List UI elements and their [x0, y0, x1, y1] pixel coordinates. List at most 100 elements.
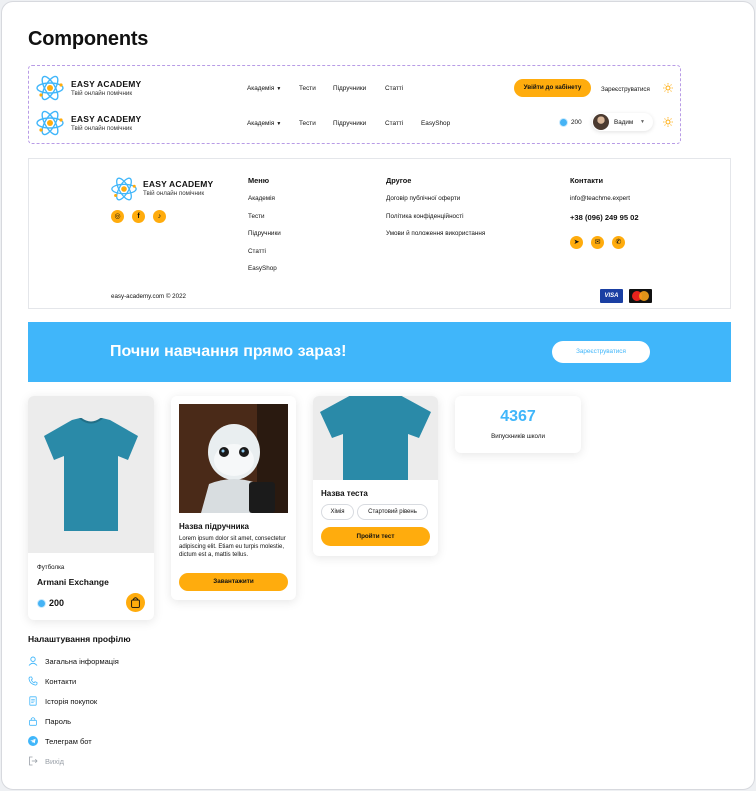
profile-item-password[interactable]: Пароль: [28, 716, 71, 726]
shopping-bag-icon: [131, 597, 140, 608]
footer-menu: Меню Академія Тести Підручники Статті Ea…: [248, 176, 281, 283]
footer-link[interactable]: Статті: [248, 248, 281, 266]
user-name: Вадим: [614, 119, 634, 126]
profile-item-label: Загальна інформація: [45, 656, 119, 666]
brand-name: EASY ACADEMY: [143, 179, 214, 189]
visa-logo: VISA: [600, 289, 623, 303]
nav-academy[interactable]: Академія ▼: [247, 120, 281, 127]
brand-name: EASY ACADEMY: [71, 79, 142, 89]
page-title: Components: [28, 28, 149, 50]
footer-contacts-title: Контакти: [570, 176, 604, 185]
profile-item-telegram[interactable]: Телеграм бот: [28, 736, 92, 746]
textbook-description: Lorem ipsum dolor sit amet, consectetur …: [179, 536, 286, 558]
chevron-down-icon: ▼: [276, 121, 282, 127]
nav-textbooks[interactable]: Підручники: [333, 85, 366, 92]
cta-banner: Почни навчання прямо зараз! Зареєструват…: [28, 322, 731, 382]
nav-tests[interactable]: Тести: [299, 85, 316, 92]
product-name: Armani Exchange: [37, 577, 109, 587]
atom-logo-icon[interactable]: [35, 73, 65, 103]
add-to-cart-button[interactable]: [126, 593, 145, 612]
tag-level[interactable]: Стартовий рівень: [357, 504, 428, 520]
sun-icon[interactable]: [663, 83, 673, 93]
profile-item-label: Історія покупок: [45, 696, 98, 706]
footer-contacts: Контакти info@teachme.expert +38 (096) 2…: [570, 176, 639, 249]
test-card[interactable]: Назва теста Хімія Стартовий рівень Пройт…: [313, 396, 438, 556]
nav-easyshop[interactable]: EasyShop: [421, 120, 450, 127]
contact-phone[interactable]: +38 (096) 249 95 02: [570, 213, 639, 231]
product-price: 200: [37, 598, 64, 608]
product-image: [28, 396, 154, 553]
lock-icon: [29, 717, 37, 726]
nav-articles[interactable]: Статті: [385, 85, 403, 92]
tiktok-icon[interactable]: ♪: [153, 210, 166, 223]
coin-icon: [559, 118, 568, 127]
footer-link[interactable]: Підручники: [248, 230, 281, 248]
header-logged-in: EASY ACADEMY Твій онлайн помічник Академ…: [29, 103, 680, 141]
mastercard-icon: [629, 289, 652, 303]
brand-tagline: Твій онлайн помічник: [71, 90, 133, 97]
brand-name: EASY ACADEMY: [71, 114, 142, 124]
tag-subject[interactable]: Хімія: [321, 504, 354, 520]
telegram-icon[interactable]: ➤: [570, 236, 583, 249]
profile-item-label: Телеграм бот: [45, 736, 92, 746]
tshirt-icon: [320, 396, 431, 480]
footer-link[interactable]: Академія: [248, 195, 281, 213]
footer-link[interactable]: EasyShop: [248, 265, 281, 283]
coin-count: 200: [571, 119, 582, 126]
register-link[interactable]: Зареєструватися: [601, 86, 650, 93]
profile-item-logout[interactable]: Вихід: [28, 756, 64, 766]
footer-link[interactable]: Умови й положення використання: [386, 230, 485, 248]
nav-textbooks[interactable]: Підручники: [333, 120, 366, 127]
register-button[interactable]: Зареєструватися: [552, 341, 650, 363]
viber-icon[interactable]: ✆: [612, 236, 625, 249]
product-card[interactable]: Футболка Armani Exchange 200: [28, 396, 154, 620]
profile-item-label: Контакти: [45, 676, 77, 686]
site-footer: EASY ACADEMY Твій онлайн помічник ◎ f ♪ …: [28, 158, 731, 309]
document-icon: [29, 696, 37, 706]
test-title: Назва теста: [321, 489, 368, 498]
brand: EASY ACADEMY Твій онлайн помічник: [143, 179, 213, 197]
banner-text: Почни навчання прямо зараз!: [110, 343, 347, 360]
messenger-icon[interactable]: ✉: [591, 236, 604, 249]
components-frame: Components EASY ACADEMY Твій онлайн помі…: [1, 1, 755, 790]
profile-item-general[interactable]: Загальна інформація: [28, 656, 119, 666]
atom-logo-icon[interactable]: [110, 175, 138, 203]
brand-tagline: Твій онлайн помічник: [71, 125, 133, 132]
phone-icon: [28, 676, 38, 686]
profile-item-label: Вихід: [45, 756, 64, 766]
stat-label: Випускників школи: [491, 433, 545, 440]
facebook-icon[interactable]: f: [132, 210, 145, 223]
tshirt-icon: [44, 418, 138, 531]
footer-link[interactable]: Політика конфіденційності: [386, 213, 485, 231]
footer-other: Другое Договір публічної оферти Політика…: [386, 176, 485, 248]
instagram-icon[interactable]: ◎: [111, 210, 124, 223]
nav-tests[interactable]: Тести: [299, 120, 316, 127]
coin-balance: 200: [559, 118, 582, 127]
nav-articles[interactable]: Статті: [385, 120, 403, 127]
user-menu[interactable]: Вадим ▼: [592, 113, 653, 131]
profile-item-contacts[interactable]: Контакти: [28, 676, 76, 686]
footer-menu-title: Меню: [248, 176, 270, 185]
brand-tagline: Твій онлайн помічник: [143, 190, 205, 197]
avatar: [593, 114, 609, 130]
download-button[interactable]: Завантажити: [179, 573, 288, 591]
messenger-links: ➤ ✉ ✆: [570, 236, 639, 249]
atom-logo-icon[interactable]: [35, 108, 65, 138]
take-test-button[interactable]: Пройти тест: [321, 527, 430, 546]
telegram-icon: [28, 736, 38, 746]
sun-icon[interactable]: [663, 117, 673, 127]
footer-link[interactable]: Тести: [248, 213, 281, 231]
footer-other-title: Другое: [386, 176, 412, 185]
contact-email[interactable]: info@teachme.expert: [570, 195, 639, 213]
price-value: 200: [49, 598, 65, 608]
nav-academy[interactable]: Академія ▼: [247, 85, 281, 92]
chevron-down-icon: ▼: [276, 86, 282, 92]
brand: EASY ACADEMY Твій онлайн помічник: [71, 114, 141, 132]
profile-item-history[interactable]: Історія покупок: [28, 696, 97, 706]
test-image: [313, 396, 438, 480]
profile-item-label: Пароль: [45, 716, 72, 726]
headers-container: EASY ACADEMY Твій онлайн помічник Академ…: [28, 65, 681, 144]
login-button[interactable]: Увійти до кабінету: [514, 79, 591, 97]
textbook-card[interactable]: Назва підручника Lorem ipsum dolor sit a…: [171, 396, 296, 600]
footer-link[interactable]: Договір публічної оферти: [386, 195, 485, 213]
